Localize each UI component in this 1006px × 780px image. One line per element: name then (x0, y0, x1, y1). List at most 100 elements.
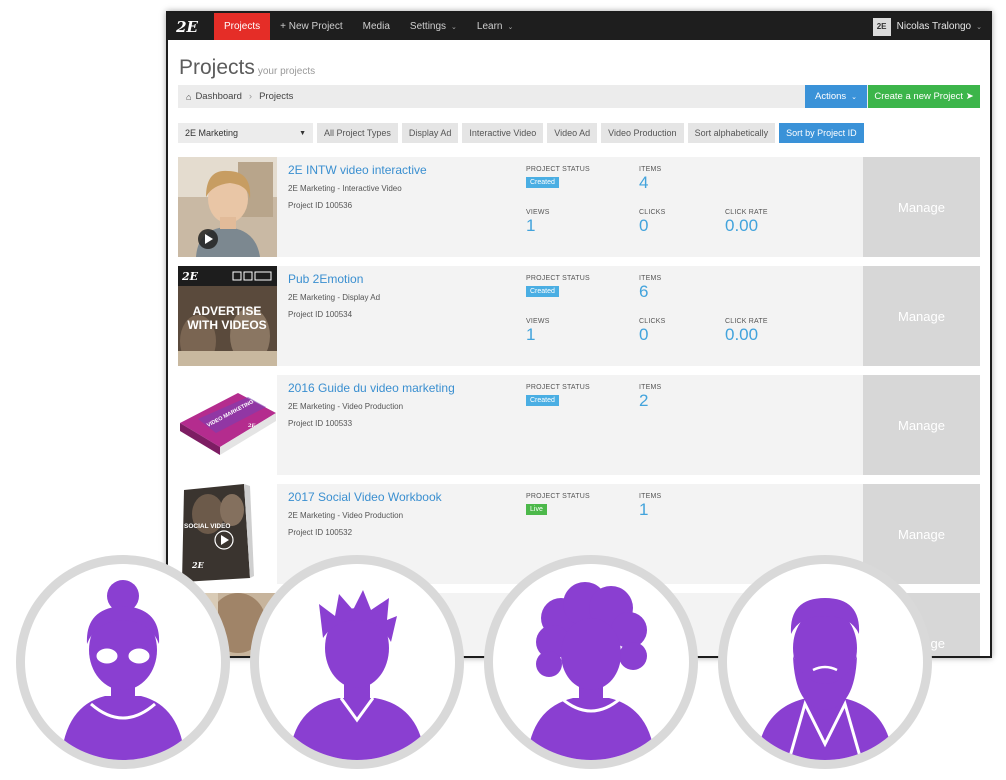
create-project-label: Create a new Project (874, 91, 964, 102)
filter-all-project-types[interactable]: All Project Types (317, 123, 398, 143)
status-badge: Created (526, 286, 559, 297)
items-count: 6 (639, 282, 649, 301)
views-label: VIEWS (526, 209, 550, 216)
sort-by-project-id-button[interactable]: Sort by Project ID (779, 123, 864, 143)
page-title: Projects your projects (179, 56, 315, 80)
nav-projects[interactable]: Projects (214, 13, 271, 40)
filter-display-ad[interactable]: Display Ad (401, 123, 459, 143)
company-select[interactable]: 2E Marketing ▼ (178, 123, 313, 143)
click-rate-value: 0.00 (725, 216, 759, 235)
nav-projects-label: Projects (224, 21, 261, 32)
user-avatar: 2E (872, 17, 891, 36)
nav-learn[interactable]: Learn ⌄ (467, 13, 523, 40)
nav-new-project-label: + New Project (280, 21, 343, 32)
page-subtitle: your projects (257, 66, 316, 77)
project-name[interactable]: 2016 Guide du video marketing (288, 381, 455, 395)
top-navbar: 2E Projects + New Project Media Settings… (168, 13, 990, 40)
nav-settings-label: Settings (409, 21, 447, 32)
svg-text:2E: 2E (181, 270, 199, 283)
views-count: 1 (526, 216, 536, 235)
manage-button[interactable]: Manage (863, 484, 980, 584)
thumb-text-line-1: SOCIAL VIDEO (184, 523, 230, 530)
manage-button[interactable]: Manage (863, 266, 980, 366)
svg-text:2E: 2E (191, 560, 205, 570)
bearded-man-avatar-icon (757, 598, 893, 760)
sort-alphabetically-button[interactable]: Sort alphabetically (687, 123, 776, 143)
project-thumbnail[interactable]: 2E ADVERTISE WITH VIDEOS (178, 266, 277, 366)
breadcrumb-dashboard[interactable]: Dashboard (195, 91, 241, 102)
persona-circle-4 (718, 555, 932, 769)
filter-interactive-video[interactable]: Interactive Video (462, 123, 544, 143)
persona-inner (727, 564, 923, 760)
views-count: 1 (526, 325, 536, 344)
curly-hair-woman-avatar-icon (527, 582, 655, 760)
user-menu[interactable]: 2E Nicolas Tralongo ⌄ (872, 13, 982, 40)
app-logo[interactable]: 2E (168, 13, 206, 40)
click-rate-label: CLICK RATE (725, 209, 768, 216)
project-card: 2E INTW video interactive 2E Marketing -… (178, 157, 980, 257)
manage-button[interactable]: Manage (863, 375, 980, 475)
project-id: Project ID 100536 (288, 201, 353, 210)
status-badge: Live (526, 504, 547, 515)
status-label: PROJECT STATUS (526, 166, 590, 173)
clicks-count: 0 (639, 325, 649, 344)
persona-inner (25, 564, 221, 760)
project-name[interactable]: Pub 2Emotion (288, 272, 363, 286)
persona-inner (259, 564, 455, 760)
persona-circle-1 (16, 555, 230, 769)
create-project-button[interactable]: Create a new Project ➤ (868, 85, 980, 108)
project-id: Project ID 100534 (288, 310, 353, 319)
items-label: ITEMS (639, 166, 662, 173)
project-thumbnail[interactable]: SOCIAL VIDEO 2E (178, 484, 277, 584)
actions-button[interactable]: Actions ⌄ (805, 85, 867, 108)
filter-video-ad[interactable]: Video Ad (547, 123, 598, 143)
project-card: 2E ADVERTISE WITH VIDEOS Pub 2Emotion 2E… (178, 266, 980, 366)
dropdown-arrow-icon: ▼ (299, 129, 306, 137)
chevron-down-icon: ⌄ (976, 23, 982, 31)
status-label: PROJECT STATUS (526, 493, 590, 500)
project-subtitle: 2E Marketing - Interactive Video (288, 184, 402, 193)
project-card: VIDEO MARKETING 2E 2016 Guide du video m… (178, 375, 980, 475)
user-name: Nicolas Tralongo (896, 21, 972, 32)
thumb-text-line-2: WITH VIDEOS (187, 318, 266, 332)
project-name[interactable]: 2017 Social Video Workbook (288, 490, 442, 504)
nav-media-label: Media (362, 21, 390, 32)
items-label: ITEMS (639, 493, 662, 500)
project-thumbnail[interactable]: VIDEO MARKETING 2E (178, 375, 277, 475)
thumb-text-line-1: ADVERTISE (193, 304, 262, 318)
actions-label: Actions (814, 91, 847, 102)
filter-video-production[interactable]: Video Production (601, 123, 684, 143)
grandmother-avatar-icon (61, 580, 185, 760)
project-subtitle: 2E Marketing - Display Ad (288, 293, 381, 302)
status-label: PROJECT STATUS (526, 275, 590, 282)
breadcrumb-separator: › (248, 91, 253, 102)
items-label: ITEMS (639, 384, 662, 391)
company-select-value: 2E Marketing (185, 128, 239, 138)
project-id: Project ID 100532 (288, 528, 353, 537)
persona-circle-2 (250, 555, 464, 769)
manage-button[interactable]: Manage (863, 157, 980, 257)
arrow-circle-right-icon: ➤ (965, 91, 974, 102)
status-badge: Created (526, 395, 559, 406)
project-name[interactable]: 2E INTW video interactive (288, 163, 427, 177)
project-id: Project ID 100533 (288, 419, 353, 428)
chevron-down-icon: ⌄ (507, 23, 514, 31)
nav-learn-label: Learn (476, 21, 503, 32)
nav-settings[interactable]: Settings ⌄ (400, 13, 467, 40)
project-subtitle: 2E Marketing - Video Production (288, 402, 404, 411)
persona-inner (493, 564, 689, 760)
items-label: ITEMS (639, 275, 662, 282)
project-thumbnail[interactable] (178, 157, 277, 257)
views-label: VIEWS (526, 318, 550, 325)
click-rate-label: CLICK RATE (725, 318, 768, 325)
persona-circle-3 (484, 555, 698, 769)
items-count: 2 (639, 391, 649, 410)
nav-media[interactable]: Media (353, 13, 400, 40)
chevron-down-icon: ⌄ (451, 23, 457, 31)
young-man-avatar-icon (289, 590, 425, 760)
nav-new-project[interactable]: + New Project (270, 13, 353, 40)
breadcrumb-projects: Projects (259, 91, 294, 102)
marketing-composition: 2E Projects + New Project Media Settings… (0, 0, 1006, 780)
home-icon: ⌂ (186, 91, 192, 102)
click-rate-value: 0.00 (725, 325, 759, 344)
